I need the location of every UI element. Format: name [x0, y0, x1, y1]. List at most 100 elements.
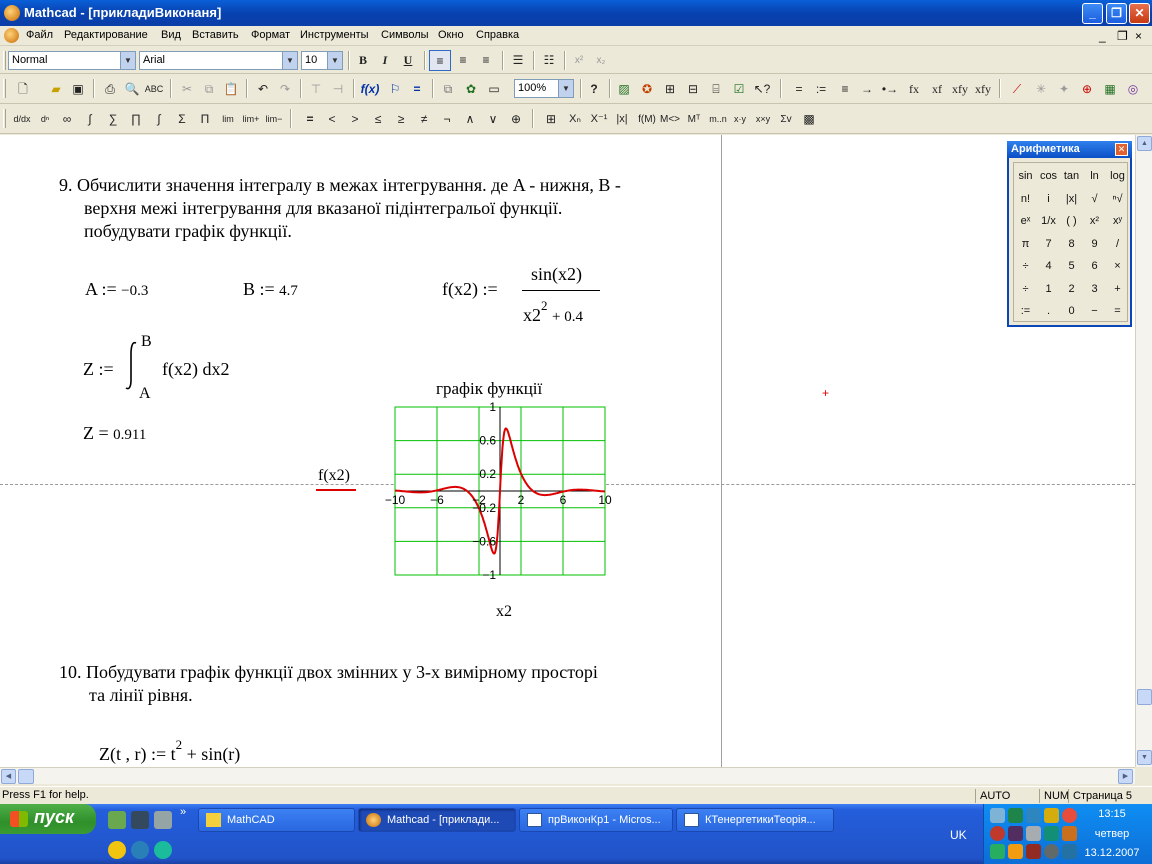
- save-icon[interactable]: ▣: [67, 79, 89, 100]
- define-z-tr[interactable]: Z(t , r) := t2 + sin(r): [99, 737, 240, 765]
- task-mathcad-window[interactable]: Mathcad - [приклади...: [358, 808, 516, 832]
- dot-product-icon[interactable]: x·y: [729, 109, 751, 130]
- op-treefix[interactable]: xfy: [972, 79, 994, 100]
- define-a[interactable]: A := −0.3: [85, 279, 148, 300]
- toolbar-grip[interactable]: [3, 109, 6, 128]
- vectorize-icon[interactable]: f(M): [636, 109, 658, 130]
- minimize-button[interactable]: _: [1082, 3, 1103, 24]
- palette-button[interactable]: 1/x: [1037, 210, 1060, 232]
- subscript-button[interactable]: x₂: [590, 50, 612, 71]
- italic-button[interactable]: I: [374, 50, 396, 71]
- palette-button[interactable]: =: [1106, 300, 1129, 322]
- symbolic-toolbar-icon[interactable]: ⌸: [705, 79, 727, 100]
- nth-derivative-icon[interactable]: dⁿ: [34, 109, 56, 130]
- toolbar-grip[interactable]: [3, 79, 6, 98]
- calculate-icon[interactable]: =: [406, 79, 428, 100]
- tray-pencil-icon[interactable]: [1008, 844, 1023, 859]
- chevron-down-icon[interactable]: ▼: [282, 52, 297, 69]
- palette-button[interactable]: π: [1014, 233, 1037, 255]
- palette-button[interactable]: 6: [1083, 255, 1106, 277]
- boolean-and[interactable]: ∧: [459, 109, 481, 130]
- op-evaluate[interactable]: =: [788, 79, 810, 100]
- palette-button[interactable]: 0: [1060, 300, 1083, 322]
- vertical-scroll-thumb[interactable]: [1137, 689, 1152, 705]
- zoom-select[interactable]: 100% ▼: [514, 79, 574, 98]
- definite-integral-icon[interactable]: ∫: [79, 109, 101, 130]
- tray-app-icon[interactable]: [1008, 826, 1023, 841]
- menu-tools[interactable]: Инструменты: [300, 29, 369, 41]
- palette-button[interactable]: 4: [1037, 255, 1060, 277]
- tray-bluetooth-icon[interactable]: [1026, 808, 1041, 823]
- surface-plot-icon[interactable]: ✦: [1053, 79, 1075, 100]
- inverse-op[interactable]: X⁻¹: [588, 109, 610, 130]
- undo-icon[interactable]: ↶: [252, 79, 274, 100]
- xy-plot-icon[interactable]: ⟋: [1006, 79, 1028, 100]
- chevron-down-icon[interactable]: ▼: [558, 80, 573, 97]
- palette-button[interactable]: +: [1106, 278, 1129, 300]
- palette-button[interactable]: 1: [1037, 278, 1060, 300]
- quicklaunch-star-icon[interactable]: [108, 841, 126, 859]
- palette-button[interactable]: tan: [1060, 165, 1083, 187]
- matrix-icon[interactable]: ⊞: [540, 109, 562, 130]
- limit-icon[interactable]: lim: [217, 109, 239, 130]
- palette-button[interactable]: −: [1083, 300, 1106, 322]
- worksheet[interactable]: 9. Обчислити значення інтегралу в межах …: [0, 135, 1135, 767]
- picture-icon[interactable]: ▩: [798, 109, 820, 130]
- arithmetic-palette[interactable]: Арифметика ✕ sin cos tan ln log n! i |x| √ ⁿ√ eˣ 1/…: [1007, 141, 1132, 327]
- window-titlebar[interactable]: Mathcad - [прикладиВиконаня] _ ❐ ✕: [0, 0, 1152, 26]
- palette-button[interactable]: 8: [1060, 233, 1083, 255]
- scatter-plot-icon[interactable]: ◎: [1122, 79, 1144, 100]
- palette-button[interactable]: n!: [1014, 188, 1037, 210]
- op-infix[interactable]: xfy: [949, 79, 971, 100]
- palette-button[interactable]: :=: [1014, 300, 1037, 322]
- palette-button[interactable]: ⁿ√: [1106, 188, 1129, 210]
- palette-button[interactable]: 7: [1037, 233, 1060, 255]
- determinant-op[interactable]: |x|: [611, 109, 633, 130]
- align-center-button[interactable]: ≡: [452, 50, 474, 71]
- integral-lhs[interactable]: Z :=: [83, 359, 114, 380]
- palette-button[interactable]: |x|: [1060, 188, 1083, 210]
- style-select[interactable]: Normal ▼: [8, 51, 136, 70]
- boolean-greater-equal[interactable]: ≥: [390, 109, 412, 130]
- print-icon[interactable]: ⎙: [99, 79, 121, 100]
- open-folder-icon[interactable]: ▰: [45, 79, 67, 100]
- range-sum-icon[interactable]: ∑: [102, 109, 124, 130]
- op-postfix[interactable]: xf: [926, 79, 948, 100]
- tray-volume-icon[interactable]: [1026, 826, 1041, 841]
- task9-line3[interactable]: побудувати графік функції.: [84, 220, 292, 243]
- task-mathcad-folder[interactable]: MathCAD: [198, 808, 355, 832]
- start-button[interactable]: пуск: [0, 804, 96, 834]
- language-indicator[interactable]: UK: [950, 828, 967, 842]
- palette-button[interactable]: ÷: [1014, 255, 1037, 277]
- palette-button[interactable]: eˣ: [1014, 210, 1037, 232]
- op-symbolic[interactable]: →: [856, 79, 878, 100]
- contour-plot-icon[interactable]: ⊕: [1076, 79, 1098, 100]
- programming-toolbar-icon[interactable]: ⊟: [682, 79, 704, 100]
- chevron-down-icon[interactable]: ▼: [120, 52, 135, 69]
- tray-grid-icon[interactable]: [990, 844, 1005, 859]
- boolean-or[interactable]: ∨: [482, 109, 504, 130]
- plot-x-label[interactable]: x2: [496, 603, 512, 621]
- palette-button[interactable]: cos: [1037, 165, 1060, 187]
- f-denominator[interactable]: x22 + 0.4: [523, 298, 583, 326]
- palette-close-icon[interactable]: ✕: [1115, 143, 1128, 156]
- tray-settings-icon[interactable]: [1044, 844, 1059, 859]
- spell-check-icon[interactable]: ABC: [143, 79, 165, 100]
- insert-function-icon[interactable]: f(x): [359, 79, 381, 100]
- paste-icon[interactable]: 📋: [220, 79, 242, 100]
- horizontal-scrollbar[interactable]: ◀ ▶: [0, 767, 1135, 784]
- doc-minimize-button[interactable]: _: [1099, 29, 1106, 43]
- bar-plot-icon[interactable]: ▦: [1099, 79, 1121, 100]
- palette-button[interactable]: √: [1083, 188, 1106, 210]
- quicklaunch-app-icon[interactable]: [108, 811, 126, 829]
- left-limit-icon[interactable]: lim−: [263, 109, 285, 130]
- tray-alert-icon[interactable]: [990, 826, 1005, 841]
- derivative-icon[interactable]: d/dx: [11, 109, 33, 130]
- scroll-right-icon[interactable]: ▶: [1118, 769, 1133, 784]
- help-icon[interactable]: ?: [583, 79, 605, 100]
- palette-button[interactable]: 2: [1060, 278, 1083, 300]
- plot-title[interactable]: графік функції: [436, 379, 542, 399]
- print-preview-icon[interactable]: 🔍: [121, 79, 143, 100]
- boolean-toolbar-icon[interactable]: ☑: [728, 79, 750, 100]
- font-size-select[interactable]: 10 ▼: [301, 51, 343, 70]
